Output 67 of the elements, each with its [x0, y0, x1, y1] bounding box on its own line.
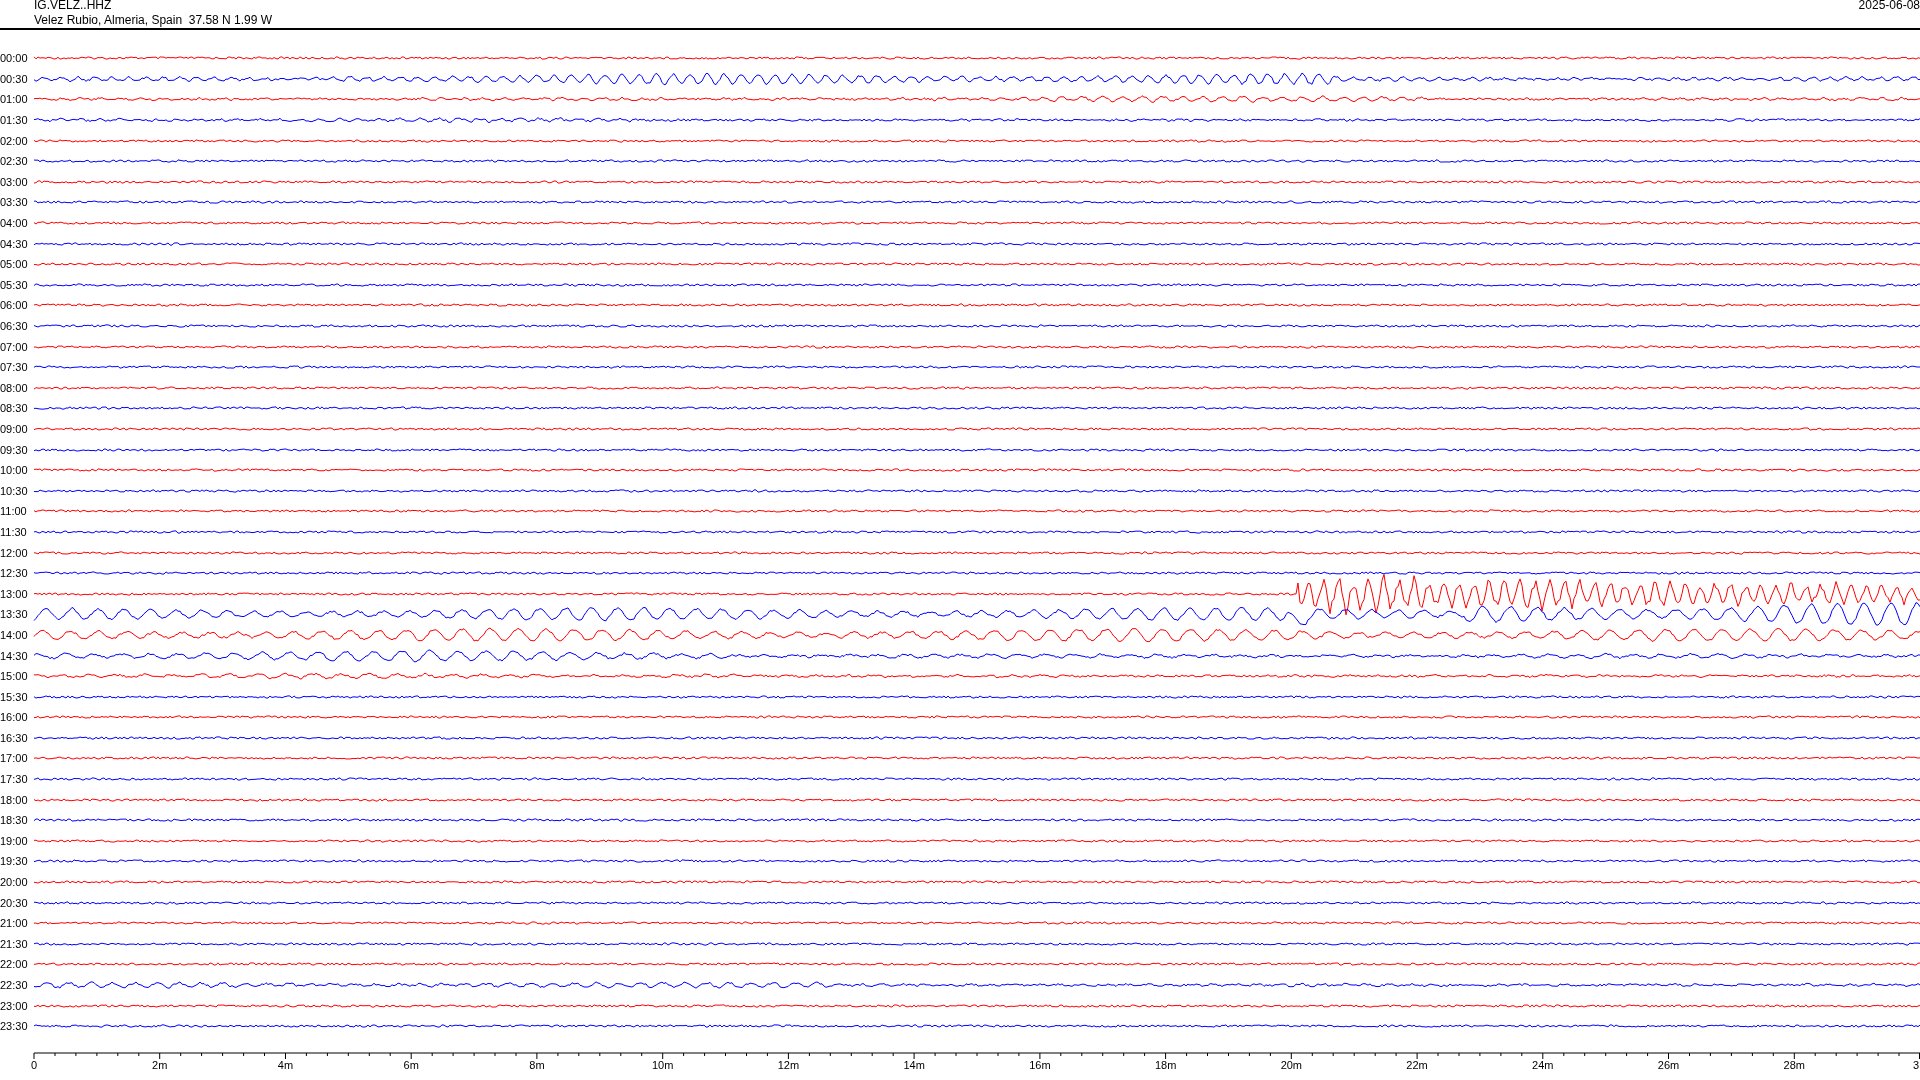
axis-tick-label: 2m — [152, 1058, 168, 1071]
time-label: 09:30 — [0, 443, 29, 456]
time-label: 08:00 — [0, 381, 29, 394]
time-label: 16:00 — [0, 711, 29, 724]
time-label: 04:00 — [0, 217, 29, 230]
time-label: 07:30 — [0, 361, 29, 374]
time-label: 05:00 — [0, 258, 29, 271]
time-label: 22:00 — [0, 958, 29, 971]
time-label: 11:30 — [0, 525, 28, 538]
time-label: 03:00 — [0, 175, 29, 188]
time-label: 18:00 — [0, 793, 29, 806]
axis-tick-label: 20m — [1280, 1058, 1303, 1071]
time-label: 04:30 — [0, 237, 29, 250]
time-label: 19:30 — [0, 855, 29, 868]
time-label: 09:00 — [0, 423, 29, 435]
time-label: 23:30 — [0, 1020, 29, 1033]
axis-tick-label: 12m — [777, 1058, 800, 1071]
time-label: 02:30 — [0, 155, 29, 168]
axis-tick-label: 18m — [1154, 1058, 1177, 1071]
time-label: 01:00 — [0, 93, 29, 106]
time-label: 12:30 — [0, 567, 29, 580]
axis-tick-label: 4m — [277, 1058, 294, 1071]
station-code: IG.VELZ..HHZ — [34, 0, 112, 12]
time-label: 17:30 — [0, 773, 29, 786]
time-label: 03:30 — [0, 196, 29, 209]
time-label: 13:30 — [0, 608, 29, 621]
time-label: 14:00 — [0, 628, 29, 641]
time-label: 07:00 — [0, 340, 29, 353]
axis-tick-label: 16m — [1029, 1058, 1051, 1071]
time-label: 20:30 — [0, 896, 29, 909]
axis-tick-label: 3 — [1913, 1058, 1920, 1071]
time-label: 21:00 — [0, 917, 29, 930]
axis-tick-label: 6m — [403, 1058, 419, 1071]
time-label: 10:00 — [0, 464, 29, 477]
axis-tick-label: 26m — [1657, 1058, 1680, 1071]
station-location: Velez Rubio, Almeria, Spain 37.58 N 1.99 W — [34, 13, 273, 27]
axis-tick-label: 10m — [651, 1058, 674, 1071]
time-label: 10:30 — [0, 484, 29, 497]
time-label: 20:00 — [0, 876, 29, 889]
time-label: 13:00 — [0, 587, 29, 600]
axis-tick-label: 28m — [1783, 1058, 1805, 1071]
time-label: 16:30 — [0, 731, 29, 744]
axis-tick-label: 0 — [30, 1058, 38, 1071]
time-label: 23:00 — [0, 999, 29, 1012]
time-label: 06:30 — [0, 320, 29, 332]
time-label: 11:00 — [0, 505, 28, 518]
time-label: 00:30 — [0, 72, 29, 85]
time-label: 06:00 — [0, 299, 29, 312]
time-label: 02:00 — [0, 134, 29, 147]
time-label: 00:00 — [0, 52, 29, 65]
time-label: 15:00 — [0, 670, 29, 683]
axis-tick-label: 14m — [903, 1058, 925, 1071]
time-label: 21:30 — [0, 937, 29, 950]
axis-tick-label: 22m — [1406, 1058, 1428, 1071]
time-label: 19:00 — [0, 834, 29, 847]
time-label: 01:30 — [0, 114, 29, 127]
axis-tick-label: 24m — [1532, 1058, 1554, 1071]
axis-tick-label: 8m — [529, 1058, 545, 1071]
time-label: 14:30 — [0, 649, 29, 662]
time-label: 18:30 — [0, 814, 29, 827]
time-label: 05:30 — [0, 278, 29, 291]
time-label: 15:30 — [0, 690, 29, 703]
date-label: 2025-06-08 — [1858, 0, 1920, 12]
time-label: 12:00 — [0, 546, 29, 559]
time-label: 22:30 — [0, 979, 29, 991]
time-label: 08:30 — [0, 402, 29, 415]
time-label: 17:00 — [0, 752, 29, 765]
